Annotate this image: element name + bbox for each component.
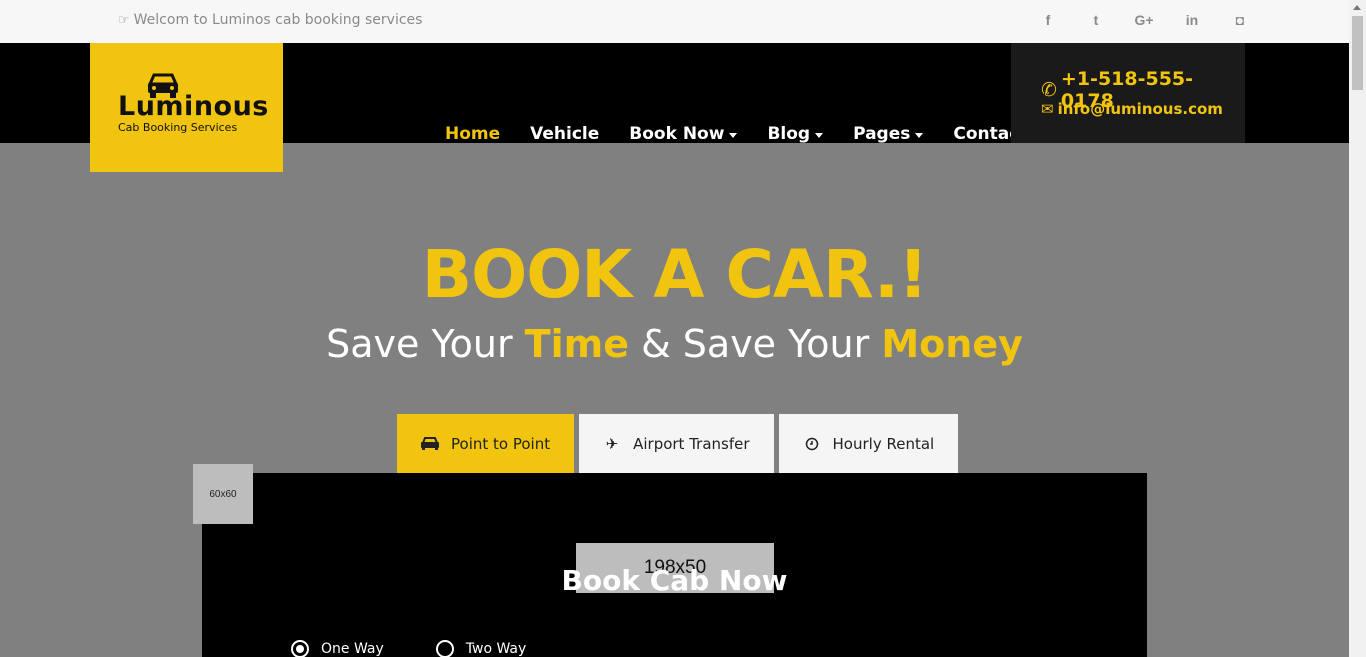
- social-links: f t G+ in ◘: [1024, 12, 1264, 28]
- top-bar: ☞ Welcom to Luminos cab booking services…: [0, 0, 1349, 43]
- hero-highlight-time: Time: [524, 322, 629, 366]
- radio-two-way-label: Two Way: [465, 641, 527, 657]
- tab-hourly-label: Hourly Rental: [832, 434, 935, 453]
- radio-two-way-indicator[interactable]: [435, 640, 454, 657]
- welcome-message: ☞ Welcom to Luminos cab booking services: [118, 12, 422, 28]
- tab-point-label: Point to Point: [451, 434, 551, 453]
- plane-icon: ✈: [605, 434, 619, 453]
- radio-one-way-label: One Way: [321, 641, 384, 657]
- tab-airport-label: Airport Transfer: [633, 434, 750, 453]
- nav-vehicle-label: Vehicle: [530, 124, 600, 144]
- facebook-icon[interactable]: f: [1024, 12, 1072, 28]
- contact-email[interactable]: ✉ info@luminous.com: [1041, 100, 1223, 118]
- booking-form-heading: Book Cab Now: [561, 564, 788, 597]
- nav-home[interactable]: Home: [445, 124, 500, 144]
- main-nav: Home Vehicle Book Now Blog Pages Contact: [445, 124, 1057, 144]
- tab-point-to-point[interactable]: Point to Point: [397, 414, 575, 473]
- scroll-up-icon[interactable]: [1353, 5, 1361, 10]
- welcome-text: Welcom to Luminos cab booking services: [133, 12, 423, 28]
- google-plus-icon[interactable]: G+: [1120, 12, 1168, 28]
- tab-hourly-rental[interactable]: Hourly Rental: [778, 414, 959, 473]
- nav-vehicle[interactable]: Vehicle: [530, 124, 599, 144]
- phone-icon: ✆: [1041, 79, 1057, 101]
- caret-down-icon: [915, 132, 924, 138]
- radio-one-way[interactable]: One Way: [291, 640, 384, 657]
- twitter-icon[interactable]: t: [1072, 12, 1120, 28]
- nav-home-label: Home: [445, 124, 501, 144]
- logo-tagline: Cab Booking Services: [118, 121, 238, 134]
- logo-name: Luminous: [118, 91, 269, 122]
- hand-pointer-icon: ☞: [118, 12, 130, 28]
- page-scrollbar[interactable]: [1349, 0, 1366, 657]
- caret-down-icon: [815, 132, 824, 138]
- nav-blog-label: Blog: [767, 124, 811, 144]
- caret-down-icon: [729, 132, 738, 138]
- hero-sub-part: Save Your: [326, 322, 525, 366]
- hero-highlight-money: Money: [881, 322, 1023, 366]
- tab-airport-transfer[interactable]: ✈ Airport Transfer: [579, 414, 774, 473]
- hero-subtitle: Save Your Time & Save Your Money: [0, 322, 1349, 366]
- nav-book-now-label: Book Now: [629, 124, 725, 144]
- booking-tabs: Point to Point ✈ Airport Transfer Hourly…: [397, 414, 959, 473]
- trip-type-radios: One Way Two Way: [291, 640, 526, 657]
- booking-form-panel: 198x50 Book Cab Now One Way Two Way: [202, 473, 1147, 657]
- image-placeholder-small: 60x60: [193, 464, 253, 524]
- nav-book-now[interactable]: Book Now: [629, 124, 738, 144]
- envelope-icon: ✉: [1041, 100, 1054, 118]
- radio-one-way-indicator[interactable]: [291, 640, 309, 657]
- hero-sub-part: & Save Your: [629, 322, 882, 366]
- car-icon: [421, 435, 439, 453]
- email-address: info@luminous.com: [1057, 100, 1223, 118]
- hero-title: BOOK A CAR.!: [421, 236, 928, 313]
- site-logo[interactable]: Luminous Cab Booking Services: [90, 43, 283, 172]
- nav-pages-label: Pages: [853, 124, 911, 144]
- radio-two-way[interactable]: Two Way: [435, 640, 527, 657]
- scrollbar-thumb[interactable]: [1352, 16, 1363, 90]
- nav-blog[interactable]: Blog: [767, 124, 824, 144]
- instagram-icon[interactable]: ◘: [1216, 12, 1264, 28]
- linkedin-icon[interactable]: in: [1168, 12, 1216, 28]
- contact-box: ✆ +1-518-555-0178 ✉ info@luminous.com: [1011, 43, 1245, 143]
- nav-pages[interactable]: Pages: [853, 124, 924, 144]
- clock-icon: [803, 435, 821, 453]
